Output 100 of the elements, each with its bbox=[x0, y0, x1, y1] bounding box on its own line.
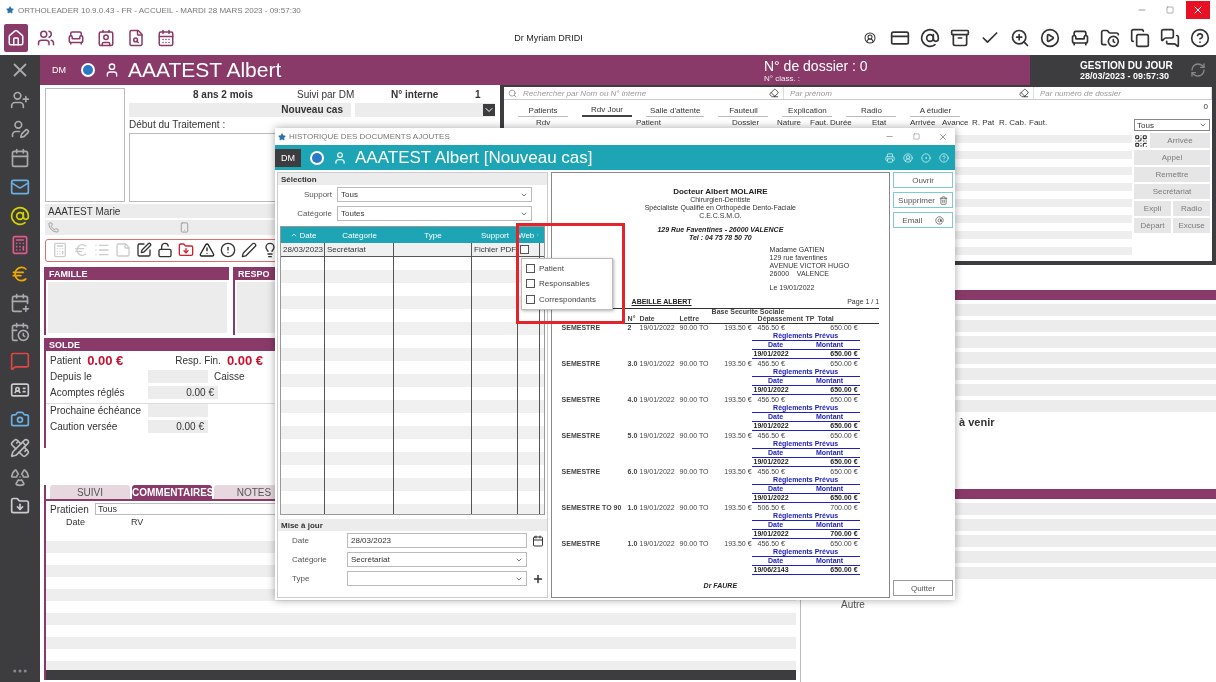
lightbulb-icon[interactable] bbox=[262, 242, 278, 259]
search-field[interactable]: Rechercher par Nom ou N° interne bbox=[521, 87, 765, 99]
edit-icon[interactable] bbox=[136, 242, 152, 259]
select-field[interactable]: Tous bbox=[337, 187, 532, 202]
tab[interactable]: Patients bbox=[518, 106, 568, 117]
search-field[interactable]: Par prénom bbox=[788, 87, 1015, 99]
users-icon[interactable] bbox=[37, 28, 56, 47]
user-name: Dr Myriam DRIDI bbox=[514, 32, 584, 43]
other-label: Autre bbox=[841, 599, 866, 610]
patient-balance-label: Patient bbox=[50, 354, 82, 366]
tab[interactable]: A étudier bbox=[910, 106, 961, 117]
calculator-icon[interactable] bbox=[10, 235, 30, 255]
field-label: Support bbox=[302, 190, 332, 199]
camera-icon[interactable] bbox=[10, 409, 30, 429]
calendar-clock-icon[interactable] bbox=[10, 322, 30, 342]
tab[interactable]: Radio bbox=[846, 106, 897, 117]
dialog-button[interactable]: Email bbox=[893, 212, 953, 228]
folder-clock-icon[interactable] bbox=[1099, 27, 1120, 48]
tab[interactable]: Fauteuil bbox=[718, 106, 769, 117]
help-icon[interactable] bbox=[1189, 27, 1210, 48]
add-user-icon[interactable] bbox=[10, 90, 30, 110]
checkbox[interactable] bbox=[526, 279, 535, 289]
day-title: GESTION DU JOUR bbox=[1080, 59, 1173, 71]
pen-icon[interactable] bbox=[241, 242, 257, 259]
home-button[interactable] bbox=[4, 23, 29, 52]
upcoming-title: à venir bbox=[959, 416, 995, 428]
column-header: Etat bbox=[872, 117, 888, 127]
checkbox[interactable] bbox=[526, 264, 535, 274]
filter-dropdown[interactable]: Tous bbox=[1134, 119, 1210, 131]
radiation-icon[interactable] bbox=[10, 467, 30, 487]
chat-icon[interactable] bbox=[1159, 27, 1180, 48]
appointment-count: 0 bbox=[1203, 102, 1209, 111]
pencil-ruler-icon[interactable] bbox=[10, 438, 30, 458]
dialog-button[interactable]: Supprimer bbox=[893, 192, 953, 208]
select-field[interactable]: Toutes bbox=[337, 206, 532, 221]
edit-user-icon[interactable] bbox=[10, 119, 30, 139]
phone-icon bbox=[48, 222, 59, 234]
tab[interactable]: SUIVI bbox=[50, 485, 130, 499]
date-field[interactable]: 28/03/2023 bbox=[347, 533, 527, 548]
folder-icon[interactable] bbox=[178, 242, 194, 259]
header-label: Support bbox=[481, 230, 509, 240]
column-header: Durée bbox=[830, 117, 853, 127]
play-icon[interactable] bbox=[1039, 27, 1060, 48]
close-icon bbox=[1192, 4, 1204, 16]
mail-icon[interactable] bbox=[10, 177, 30, 197]
table-cell: Fichier PDF bbox=[472, 243, 518, 256]
table-cell: Secrétariat bbox=[325, 243, 394, 256]
quit-button[interactable]: Quitter bbox=[893, 580, 953, 596]
user-icon[interactable] bbox=[863, 30, 876, 45]
close-icon[interactable] bbox=[938, 131, 948, 142]
menu-item[interactable]: Responsables bbox=[526, 279, 608, 289]
select-value: Secrétariat bbox=[351, 555, 390, 564]
alert-icon[interactable] bbox=[220, 242, 236, 259]
qr-code-icon[interactable] bbox=[1134, 133, 1148, 148]
column-header: Rdv bbox=[536, 117, 552, 127]
scroll-bar[interactable] bbox=[46, 670, 796, 680]
id-card-icon[interactable] bbox=[10, 380, 30, 400]
folder-icon[interactable] bbox=[10, 496, 30, 516]
checkbox[interactable] bbox=[526, 294, 535, 304]
menu-item[interactable]: Patient bbox=[526, 264, 608, 274]
search-field[interactable]: Par numéro de dossier bbox=[1038, 87, 1207, 99]
column-header: R. Cab. bbox=[999, 117, 1028, 127]
chair-icon[interactable] bbox=[67, 28, 86, 47]
archive-icon[interactable] bbox=[949, 27, 970, 48]
add-icon[interactable] bbox=[532, 572, 544, 585]
column-header: RV bbox=[131, 517, 145, 529]
warning-icon[interactable] bbox=[199, 242, 215, 259]
trash-icon bbox=[939, 195, 948, 205]
menu-item[interactable]: Correspondants bbox=[526, 294, 608, 304]
doctor-name: Docteur Albert MOLAIRE bbox=[673, 187, 768, 196]
deposit-label: Caution versée bbox=[50, 420, 119, 432]
tab[interactable]: Explication bbox=[782, 106, 833, 117]
checkbox[interactable] bbox=[520, 245, 529, 254]
resp-balance-label: Resp. Fin. bbox=[175, 354, 221, 366]
zoom-icon[interactable] bbox=[1009, 27, 1030, 48]
select-field[interactable] bbox=[347, 571, 527, 586]
search-icon bbox=[508, 88, 517, 98]
windows-icon[interactable] bbox=[1129, 27, 1150, 48]
column-header: Patient bbox=[636, 117, 662, 127]
lock-icon[interactable] bbox=[157, 242, 173, 259]
case-dropdown[interactable] bbox=[355, 102, 495, 117]
dialog-button[interactable]: Ouvrir bbox=[893, 172, 953, 188]
tab[interactable]: Rdv Jour bbox=[582, 105, 632, 117]
calendar-icon[interactable] bbox=[532, 534, 544, 547]
calendar-icon[interactable] bbox=[157, 28, 176, 47]
select-field[interactable]: Secrétariat bbox=[347, 552, 527, 567]
contact-icon[interactable] bbox=[97, 28, 116, 47]
calendar-plus-icon[interactable] bbox=[10, 293, 30, 313]
resp-balance: 0.00 € bbox=[226, 352, 264, 368]
refresh-icon[interactable] bbox=[1190, 62, 1206, 78]
tab[interactable]: COMMENTAIRES bbox=[132, 485, 212, 499]
tab[interactable]: Salle d'attente bbox=[646, 106, 705, 117]
message-icon[interactable] bbox=[10, 351, 30, 371]
eraser-icon[interactable] bbox=[769, 88, 779, 98]
file-search-icon[interactable] bbox=[127, 28, 146, 47]
field-label: Catégorie bbox=[296, 209, 332, 218]
eraser-icon[interactable] bbox=[1019, 88, 1029, 98]
at-sign-icon[interactable] bbox=[919, 27, 940, 48]
day-datetime: 28/03/2023 - 09:57:30 bbox=[1080, 70, 1171, 81]
close-button[interactable] bbox=[1186, 1, 1210, 19]
